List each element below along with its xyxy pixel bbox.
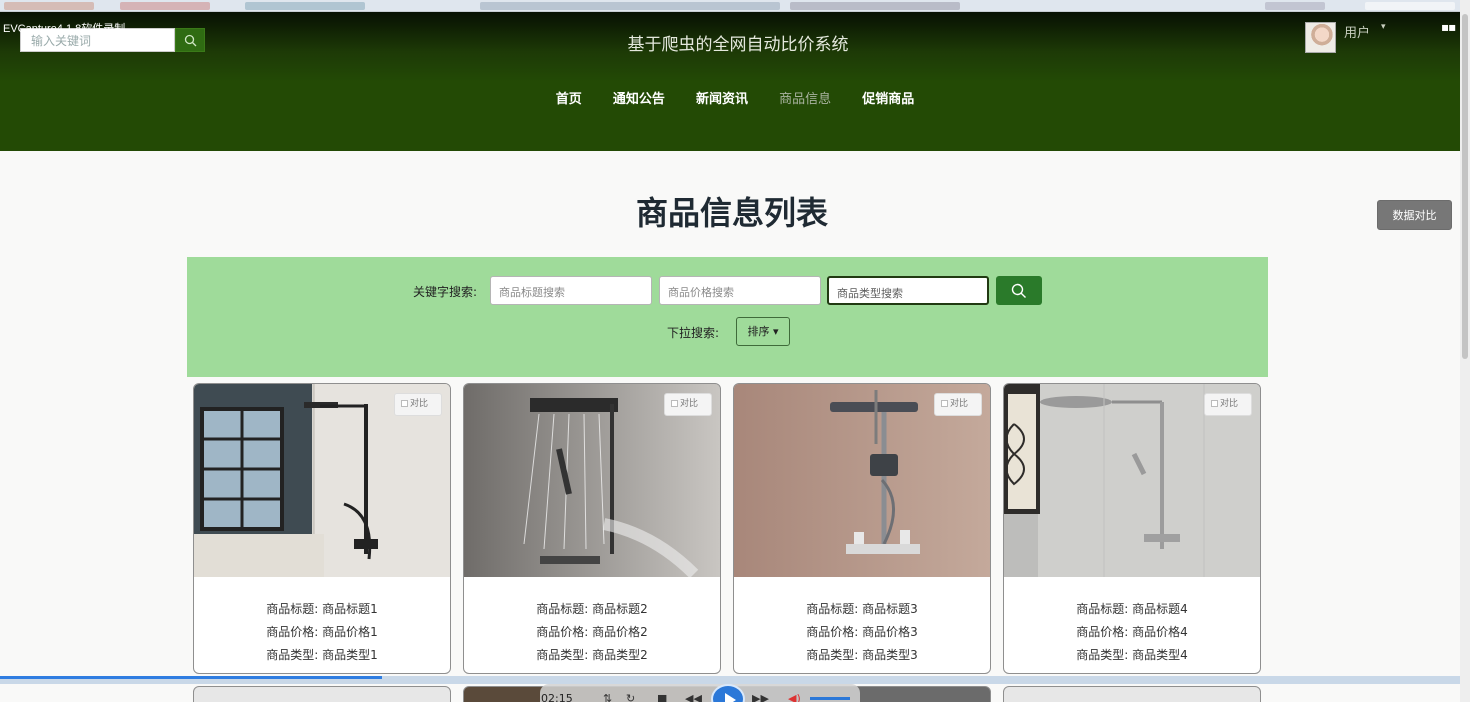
search-icon bbox=[1011, 283, 1026, 298]
nav-item-products[interactable]: 商品信息 bbox=[779, 88, 831, 107]
user-menu-label[interactable]: 用户 bbox=[1344, 22, 1370, 41]
sort-label: 排序 bbox=[747, 325, 770, 338]
product-card[interactable]: 对比 商品标题: 商品标题1 商品价格: 商品价格1 商品类型: 商品类型1 bbox=[193, 383, 451, 674]
product-card-partial[interactable] bbox=[1003, 686, 1261, 702]
os-taskbar bbox=[0, 0, 1470, 12]
type-search-input[interactable]: 商品类型搜索 bbox=[827, 276, 989, 305]
rewind-icon[interactable]: ◀◀ bbox=[685, 692, 702, 702]
product-price: 商品价格: 商品价格2 bbox=[536, 625, 648, 639]
product-info: 商品标题: 商品标题4 商品价格: 商品价格4 商品类型: 商品类型4 bbox=[1004, 598, 1260, 667]
avatar[interactable] bbox=[1305, 22, 1336, 53]
product-type: 商品类型: 商品类型4 bbox=[1076, 648, 1188, 662]
compare-checkbox[interactable]: 对比 bbox=[394, 393, 442, 416]
nav-item-promotions[interactable]: 促销商品 bbox=[862, 88, 914, 107]
sort-dropdown[interactable]: 排序 ▾ bbox=[736, 317, 790, 346]
product-title: 商品标题: 商品标题2 bbox=[536, 602, 648, 616]
product-info: 商品标题: 商品标题3 商品价格: 商品价格3 商品类型: 商品类型3 bbox=[734, 598, 990, 667]
fast-forward-icon[interactable]: ▶▶ bbox=[752, 692, 769, 702]
scrollbar-thumb[interactable] bbox=[1462, 14, 1468, 359]
product-info: 商品标题: 商品标题2 商品价格: 商品价格2 商品类型: 商品类型2 bbox=[464, 598, 720, 667]
speed-icon[interactable]: ⇅ bbox=[603, 692, 612, 702]
product-type: 商品类型: 商品类型1 bbox=[266, 648, 378, 662]
video-progress-bar[interactable] bbox=[0, 676, 1470, 684]
product-price: 商品价格: 商品价格3 bbox=[806, 625, 918, 639]
product-type: 商品类型: 商品类型2 bbox=[536, 648, 648, 662]
product-card[interactable]: 对比 商品标题: 商品标题4 商品价格: 商品价格4 商品类型: 商品类型4 bbox=[1003, 383, 1261, 674]
stop-icon[interactable]: ■ bbox=[657, 692, 667, 702]
main-nav: 首页 通知公告 新闻资讯 商品信息 促销商品 bbox=[0, 88, 1470, 107]
page-title: 商品信息列表 bbox=[635, 194, 828, 232]
compare-checkbox[interactable]: 对比 bbox=[1204, 393, 1252, 416]
video-progress-fill bbox=[0, 676, 383, 679]
search-button[interactable] bbox=[996, 276, 1042, 305]
product-info: 商品标题: 商品标题1 商品价格: 商品价格1 商品类型: 商品类型1 bbox=[194, 598, 450, 667]
compare-checkbox[interactable]: 对比 bbox=[934, 393, 982, 416]
dropdown-search-label: 下拉搜索: bbox=[667, 326, 720, 340]
title-search-input[interactable]: 商品标题搜索 bbox=[490, 276, 652, 305]
volume-icon[interactable]: ◀) bbox=[788, 692, 801, 702]
keyword-search-label: 关键字搜索: bbox=[413, 285, 478, 299]
nav-item-notices[interactable]: 通知公告 bbox=[613, 88, 665, 107]
caret-down-icon: ▾ bbox=[769, 325, 779, 338]
product-type: 商品类型: 商品类型3 bbox=[806, 648, 918, 662]
volume-slider[interactable] bbox=[810, 697, 850, 700]
nav-item-news[interactable]: 新闻资讯 bbox=[696, 88, 748, 107]
loop-icon[interactable]: ↻ bbox=[626, 692, 635, 702]
product-price: 商品价格: 商品价格1 bbox=[266, 625, 378, 639]
site-title: 基于爬虫的全网自动比价系统 bbox=[627, 35, 849, 54]
chevron-down-icon[interactable]: ▾ bbox=[1381, 22, 1386, 32]
product-title: 商品标题: 商品标题4 bbox=[1076, 602, 1188, 616]
product-card[interactable]: 对比 商品标题: 商品标题2 商品价格: 商品价格2 商品类型: 商品类型2 bbox=[463, 383, 721, 674]
search-panel: 关键字搜索: 商品标题搜索 商品价格搜索 商品类型搜索 下拉搜索: 排序 ▾ bbox=[187, 257, 1268, 377]
product-card[interactable]: 对比 商品标题: 商品标题3 商品价格: 商品价格3 商品类型: 商品类型3 bbox=[733, 383, 991, 674]
player-time: 02:15 bbox=[541, 692, 573, 702]
recorder-watermark: EVCapture4.1.8软件录制 bbox=[3, 23, 126, 35]
compare-checkbox[interactable]: 对比 bbox=[664, 393, 712, 416]
menu-grid-icon[interactable]: ▪▪ bbox=[1441, 20, 1456, 34]
product-price: 商品价格: 商品价格4 bbox=[1076, 625, 1188, 639]
nav-item-home[interactable]: 首页 bbox=[556, 88, 582, 107]
product-title: 商品标题: 商品标题1 bbox=[266, 602, 378, 616]
price-search-input[interactable]: 商品价格搜索 bbox=[659, 276, 821, 305]
page-scrollbar[interactable] bbox=[1460, 0, 1470, 702]
product-card-partial[interactable] bbox=[193, 686, 451, 702]
product-title: 商品标题: 商品标题3 bbox=[806, 602, 918, 616]
